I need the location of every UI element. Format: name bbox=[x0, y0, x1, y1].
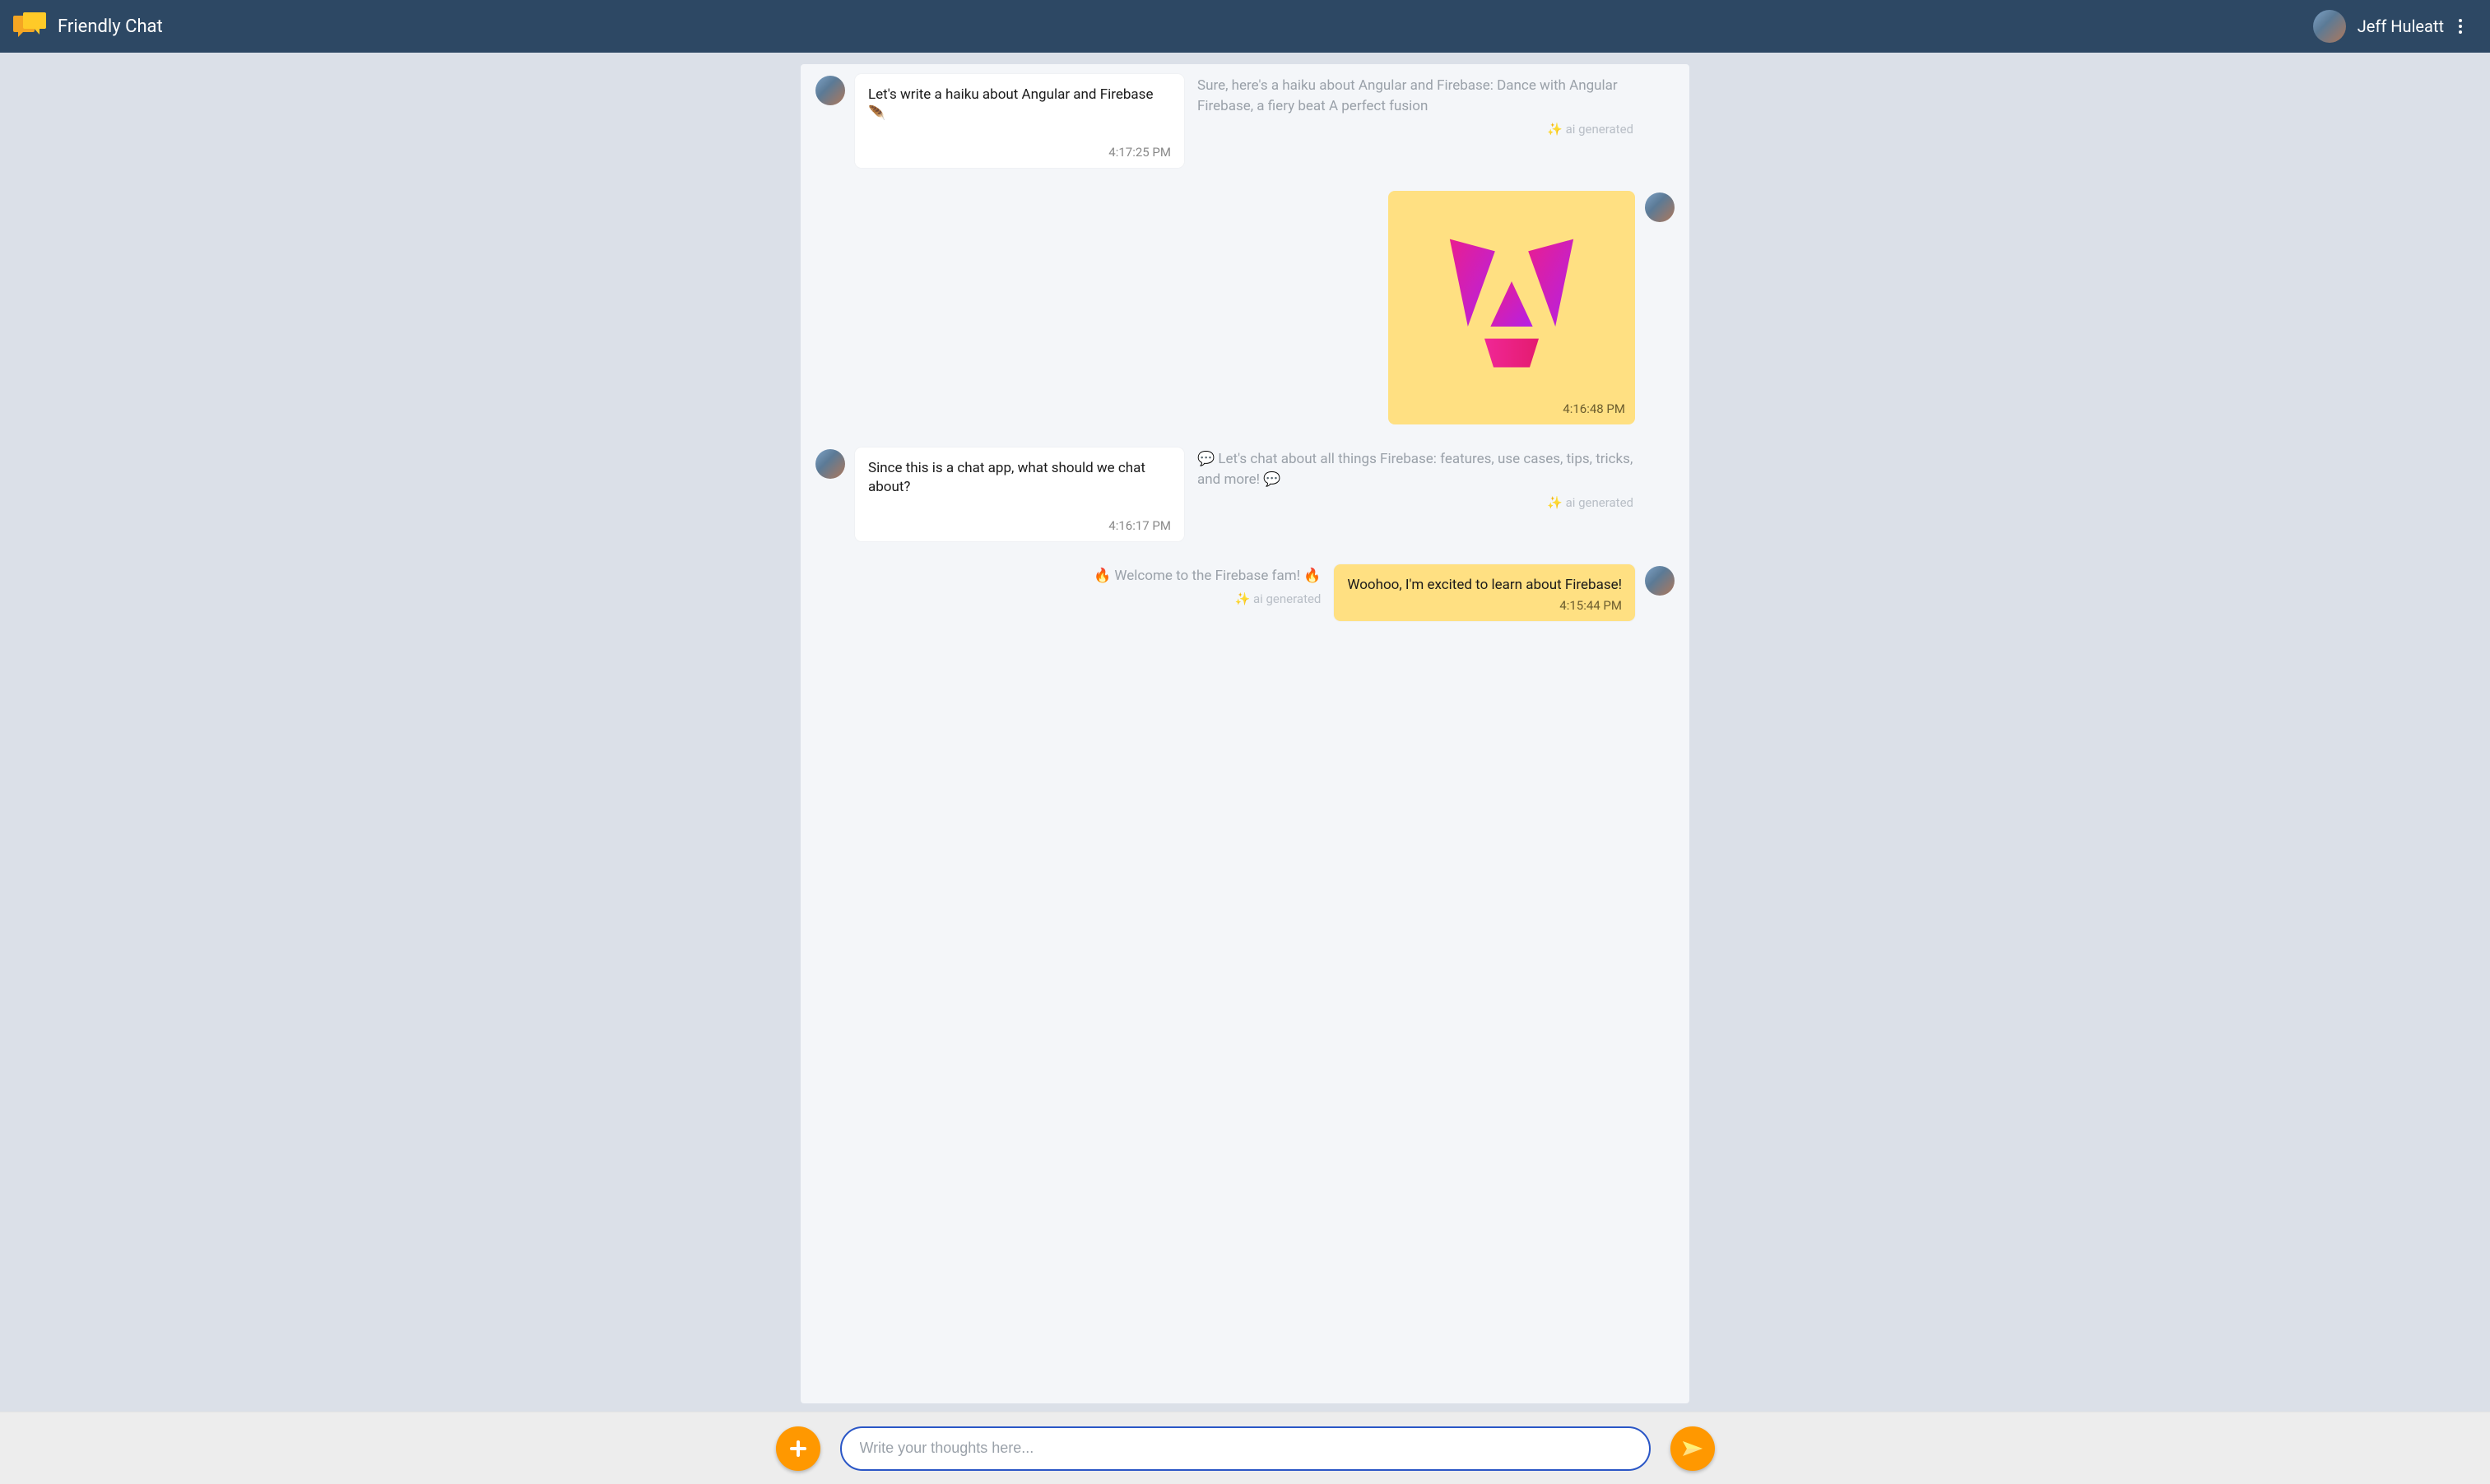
message-timestamp: 4:17:25 PM bbox=[1108, 145, 1171, 160]
send-button[interactable] bbox=[1670, 1426, 1715, 1471]
message-bubble: Since this is a chat app, what should we… bbox=[855, 448, 1184, 541]
message-row: Let's write a haiku about Angular and Fi… bbox=[815, 74, 1675, 168]
avatar bbox=[815, 76, 845, 105]
message-timestamp: 4:16:48 PM bbox=[1563, 401, 1625, 416]
add-attachment-button[interactable] bbox=[776, 1426, 820, 1471]
overflow-menu-button[interactable] bbox=[2444, 10, 2477, 43]
ai-generated-label: ✨ ai generated bbox=[1197, 494, 1633, 512]
avatar bbox=[1645, 566, 1675, 596]
avatar bbox=[815, 449, 845, 479]
message-composer bbox=[0, 1412, 2490, 1484]
message-text: Since this is a chat app, what should we… bbox=[868, 459, 1171, 497]
brand: Friendly Chat bbox=[13, 12, 163, 40]
message-row: 4:16:48 PM bbox=[815, 191, 1675, 424]
message-bubble: Woohoo, I'm excited to learn about Fireb… bbox=[1334, 564, 1635, 621]
chat-logo-icon bbox=[13, 12, 46, 40]
ai-response: Sure, here's a haiku about Angular and F… bbox=[1197, 74, 1633, 139]
app-title: Friendly Chat bbox=[58, 16, 163, 37]
ai-response-text: Sure, here's a haiku about Angular and F… bbox=[1197, 76, 1633, 116]
avatar bbox=[2313, 10, 2346, 43]
message-bubble: Let's write a haiku about Angular and Fi… bbox=[855, 74, 1184, 168]
avatar bbox=[1645, 192, 1675, 222]
ai-response: 🔥 Welcome to the Firebase fam! 🔥 ✨ ai ge… bbox=[1094, 564, 1321, 609]
message-text: Woohoo, I'm excited to learn about Fireb… bbox=[1347, 576, 1622, 595]
user-info[interactable]: Jeff Huleatt bbox=[2313, 10, 2444, 43]
message-row: Since this is a chat app, what should we… bbox=[815, 448, 1675, 541]
ai-response-text: 🔥 Welcome to the Firebase fam! 🔥 bbox=[1094, 566, 1321, 587]
message-row: 🔥 Welcome to the Firebase fam! 🔥 ✨ ai ge… bbox=[815, 564, 1675, 621]
chat-scroll-area[interactable]: Let's write a haiku about Angular and Fi… bbox=[0, 53, 2490, 1412]
app-header: Friendly Chat Jeff Huleatt bbox=[0, 0, 2490, 53]
ai-generated-label: ✨ ai generated bbox=[1094, 591, 1321, 609]
image-message-bubble: 4:16:48 PM bbox=[1388, 191, 1635, 424]
ai-response-text: 💬 Let's chat about all things Firebase: … bbox=[1197, 449, 1633, 489]
ai-response: 💬 Let's chat about all things Firebase: … bbox=[1197, 448, 1633, 512]
message-text: Let's write a haiku about Angular and Fi… bbox=[868, 86, 1171, 123]
message-timestamp: 4:15:44 PM bbox=[1559, 598, 1622, 613]
ai-generated-label: ✨ ai generated bbox=[1197, 121, 1633, 139]
user-name: Jeff Huleatt bbox=[2358, 16, 2444, 36]
chat-column: Let's write a haiku about Angular and Fi… bbox=[801, 64, 1689, 1403]
message-timestamp: 4:16:17 PM bbox=[1108, 518, 1171, 533]
message-input[interactable] bbox=[840, 1426, 1651, 1471]
angular-logo-icon bbox=[1421, 209, 1602, 393]
